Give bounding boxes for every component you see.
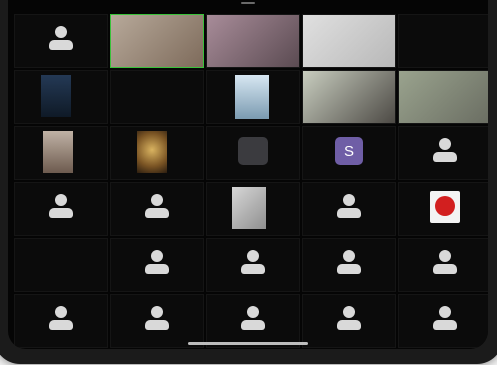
video-feed bbox=[232, 187, 266, 229]
participant-tile[interactable] bbox=[14, 182, 108, 236]
participant-tile[interactable] bbox=[206, 294, 300, 348]
participant-tile[interactable] bbox=[206, 182, 300, 236]
home-indicator[interactable] bbox=[188, 342, 308, 345]
video-feed bbox=[235, 75, 269, 119]
participant-tile[interactable] bbox=[14, 126, 108, 180]
participant-tile[interactable] bbox=[14, 70, 108, 124]
participant-tile[interactable] bbox=[398, 126, 488, 180]
default-avatar-icon bbox=[145, 194, 169, 218]
participant-tile[interactable] bbox=[110, 238, 204, 292]
emblem-logo bbox=[430, 191, 460, 223]
video-feed bbox=[43, 131, 73, 173]
participant-tile[interactable] bbox=[398, 182, 488, 236]
participant-tile[interactable] bbox=[206, 14, 300, 68]
participant-tile[interactable] bbox=[398, 294, 488, 348]
default-avatar-icon bbox=[49, 26, 73, 50]
participant-tile[interactable] bbox=[398, 14, 488, 68]
participant-tile[interactable] bbox=[302, 182, 396, 236]
default-avatar-icon bbox=[337, 250, 361, 274]
participant-tile[interactable] bbox=[14, 14, 108, 68]
participant-tile[interactable] bbox=[110, 126, 204, 180]
participant-tile[interactable] bbox=[14, 294, 108, 348]
default-avatar-icon bbox=[241, 306, 265, 330]
participant-grid: S bbox=[14, 14, 488, 348]
participant-tile[interactable] bbox=[302, 14, 396, 68]
top-handle[interactable] bbox=[241, 2, 255, 4]
default-avatar-icon bbox=[337, 194, 361, 218]
default-avatar-icon bbox=[433, 250, 457, 274]
participant-tile[interactable] bbox=[206, 238, 300, 292]
default-avatar-icon bbox=[433, 138, 457, 162]
video-feed bbox=[41, 75, 71, 117]
participant-tile[interactable] bbox=[206, 70, 300, 124]
participant-tile[interactable] bbox=[302, 238, 396, 292]
tablet-frame: S bbox=[0, 0, 497, 364]
participant-tile[interactable] bbox=[14, 238, 108, 292]
video-feed bbox=[137, 131, 167, 173]
default-avatar-icon bbox=[49, 306, 73, 330]
default-avatar-icon bbox=[145, 306, 169, 330]
participant-tile[interactable] bbox=[302, 70, 396, 124]
default-avatar-icon bbox=[145, 250, 169, 274]
video-feed bbox=[303, 71, 395, 123]
video-feed bbox=[303, 15, 395, 67]
default-avatar-icon bbox=[241, 250, 265, 274]
default-avatar-icon bbox=[49, 194, 73, 218]
default-avatar-icon bbox=[433, 306, 457, 330]
participant-tile[interactable] bbox=[206, 126, 300, 180]
video-feed bbox=[111, 15, 203, 67]
participant-tile[interactable] bbox=[110, 14, 204, 68]
video-feed bbox=[399, 71, 488, 123]
participant-tile[interactable] bbox=[110, 294, 204, 348]
video-feed bbox=[207, 15, 299, 67]
participant-tile[interactable] bbox=[110, 182, 204, 236]
participant-tile[interactable] bbox=[398, 70, 488, 124]
default-avatar-icon bbox=[337, 306, 361, 330]
participant-tile[interactable]: S bbox=[302, 126, 396, 180]
letter-avatar: S bbox=[335, 137, 363, 165]
participant-tile[interactable] bbox=[110, 70, 204, 124]
profile-picture bbox=[238, 137, 268, 165]
meeting-screen: S bbox=[8, 0, 488, 349]
participant-tile[interactable] bbox=[398, 238, 488, 292]
participant-tile[interactable] bbox=[302, 294, 396, 348]
